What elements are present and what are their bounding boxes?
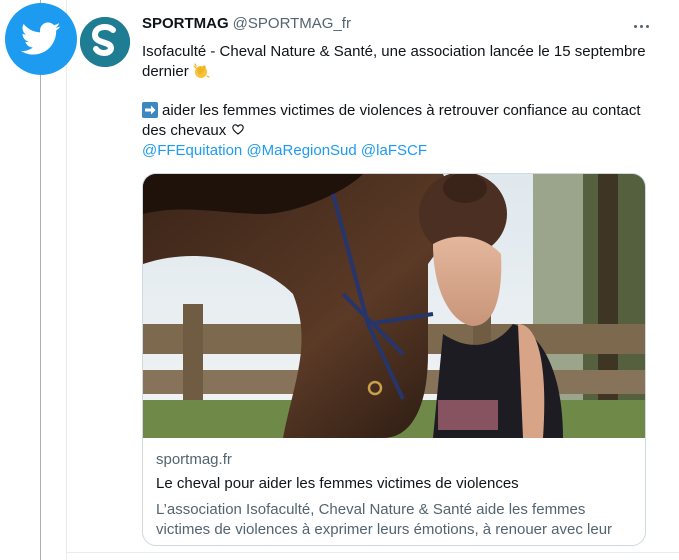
twitter-badge (5, 3, 77, 75)
link-preview-card[interactable]: sportmag.fr Le cheval pour aider les fem… (142, 173, 646, 546)
avatar[interactable] (80, 17, 130, 67)
tweet-text-line1: Isofaculté - Cheval Nature & Santé, une … (142, 43, 646, 80)
more-dot-icon (645, 24, 649, 28)
right-arrow-icon (142, 102, 158, 118)
tweet-text-line2: aider les femmes victimes de violences à… (142, 102, 641, 139)
link-preview-meta: sportmag.fr Le cheval pour aider les fem… (143, 438, 645, 540)
mention-lafscf[interactable]: @laFSCF (361, 142, 427, 159)
left-rail-divider (40, 0, 41, 560)
tweet-paragraph-2: aider les femmes victimes de violences à… (142, 101, 650, 141)
tweet-card-bottom-edge (66, 552, 679, 553)
twitter-bird-icon (21, 22, 61, 55)
clapping-hands-icon (193, 63, 210, 78)
heart-icon (232, 124, 244, 135)
mention-ffequitation[interactable]: @FFEquitation (142, 142, 242, 159)
author-handle[interactable]: @SPORTMAG_fr (233, 14, 351, 34)
sportmag-logo-icon (80, 17, 130, 67)
tweet-header: SPORTMAG @SPORTMAG_fr (142, 14, 650, 34)
more-dot-icon (633, 24, 637, 28)
more-dot-icon (639, 24, 643, 28)
link-description: L’association Isofaculté, Cheval Nature … (156, 501, 613, 538)
tweet-paragraph-1: Isofaculté - Cheval Nature & Santé, une … (142, 42, 650, 82)
more-options-button[interactable] (629, 18, 653, 34)
tweet: SPORTMAG @SPORTMAG_fr Isofaculté - Cheva… (142, 14, 650, 161)
article-photo[interactable] (143, 174, 646, 438)
link-title[interactable]: Le cheval pour aider les femmes victimes… (156, 474, 632, 494)
author-display-name[interactable]: SPORTMAG (142, 14, 229, 34)
tweet-card-edge (66, 0, 67, 560)
mention-maregionsud[interactable]: @MaRegionSud (246, 142, 356, 159)
mentions-row: @FFEquitation @MaRegionSud @laFSCF (142, 141, 650, 161)
link-domain: sportmag.fr (156, 451, 232, 468)
